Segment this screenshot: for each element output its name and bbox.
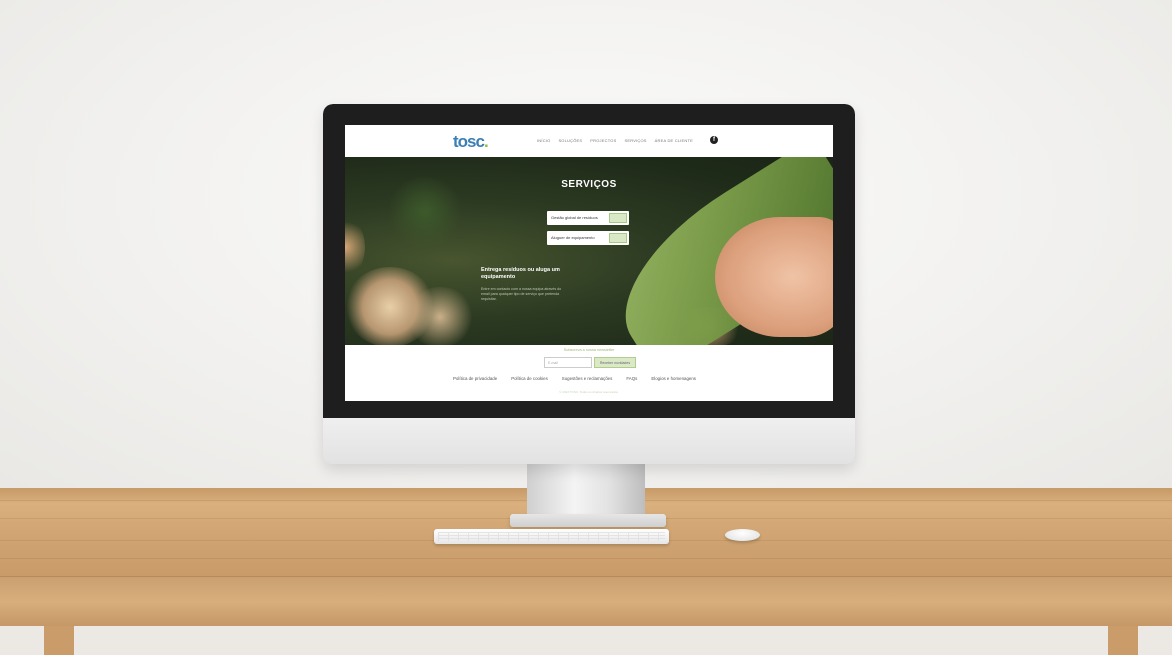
mouse — [725, 529, 760, 541]
monitor-stand-base — [510, 514, 666, 527]
copyright-text: © 2022 TOSC. Todos os direitos reservado… — [559, 390, 619, 394]
site-navbar: tosc. INÍCIO SOLUÇÕES PROJECTOS SERVIÇOS… — [345, 125, 833, 157]
page-title: SERVIÇOS — [561, 179, 617, 190]
desk-leg-right — [1108, 626, 1138, 655]
hand-image — [715, 217, 833, 337]
desk-underside — [0, 626, 1172, 655]
newsletter-email-input[interactable]: E-mail — [544, 357, 592, 368]
site-footer: Subscreva a nossa newsletter E-mail Rece… — [345, 345, 833, 401]
nav-item-area-cliente[interactable]: ÁREA DE CLIENTE — [655, 138, 693, 143]
footer-links: Política de privacidade Política de cook… — [453, 376, 696, 381]
nav-item-inicio[interactable]: INÍCIO — [537, 138, 550, 143]
newsletter-label: Subscreva a nossa newsletter — [563, 348, 615, 352]
keyboard-keys — [438, 532, 665, 541]
service-arrow — [609, 213, 627, 223]
nav-menu: INÍCIO SOLUÇÕES PROJECTOS SERVIÇOS ÁREA … — [537, 138, 693, 143]
footer-link-elogios[interactable]: Elogios e homenagens — [651, 376, 696, 381]
hero-paragraph: Entre em contacto com a nossa equipa atr… — [481, 287, 562, 301]
nav-item-solucoes[interactable]: SOLUÇÕES — [558, 138, 582, 143]
service-label: Aluguer de equipamento — [551, 235, 595, 240]
bokeh-light — [405, 287, 475, 345]
hero-section: SERVIÇOS Gestão global de resíduos Alugu… — [345, 157, 833, 345]
bokeh-light — [345, 217, 365, 277]
desk-leg-left — [44, 626, 74, 655]
site-logo[interactable]: tosc. — [453, 132, 489, 152]
service-button-gestao[interactable]: Gestão global de resíduos — [547, 211, 629, 225]
monitor-stand — [527, 462, 645, 520]
monitor-chin — [323, 418, 855, 464]
service-arrow — [609, 233, 627, 243]
service-button-aluguer[interactable]: Aluguer de equipamento — [547, 231, 629, 245]
desk-edge — [0, 576, 1172, 627]
footer-link-faqs[interactable]: FAQs — [626, 376, 637, 381]
wood-grain — [0, 558, 1172, 559]
footer-link-cookies[interactable]: Política de cookies — [511, 376, 548, 381]
nav-item-projectos[interactable]: PROJECTOS — [590, 138, 616, 143]
hero-heading: Entrega resíduos ou aluga um equipamento — [481, 267, 560, 280]
monitor: tosc. INÍCIO SOLUÇÕES PROJECTOS SERVIÇOS… — [323, 104, 855, 464]
nav-item-servicos[interactable]: SERVIÇOS — [624, 138, 646, 143]
footer-link-sugestoes[interactable]: Sugestões e reclamações — [562, 376, 613, 381]
subscribe-button[interactable]: Receber novidades — [594, 357, 636, 368]
keyboard — [434, 529, 669, 544]
facebook-icon[interactable]: f — [710, 136, 718, 144]
monitor-screen: tosc. INÍCIO SOLUÇÕES PROJECTOS SERVIÇOS… — [345, 125, 833, 401]
footer-link-privacidade[interactable]: Política de privacidade — [453, 376, 497, 381]
service-label: Gestão global de resíduos — [551, 215, 598, 220]
